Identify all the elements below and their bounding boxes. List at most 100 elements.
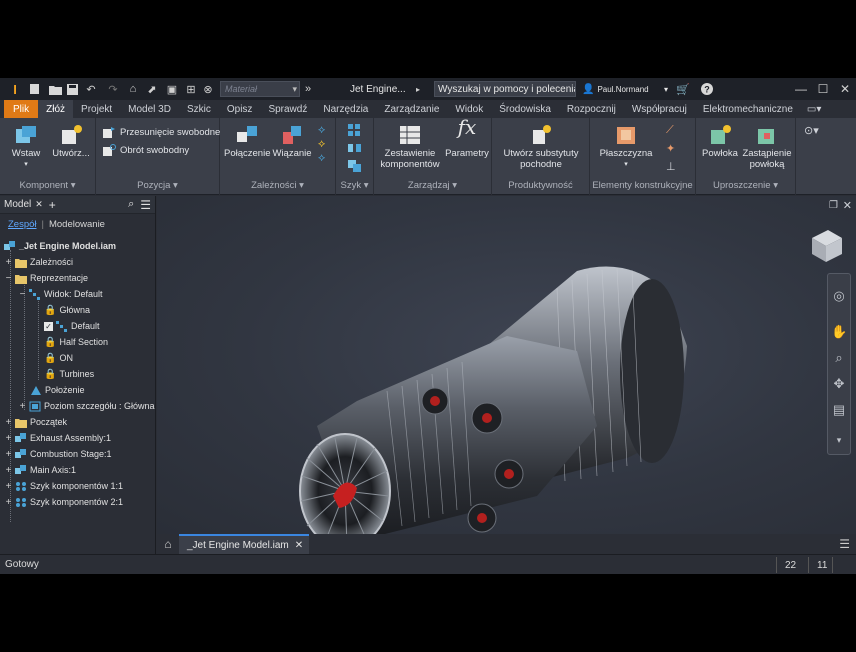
zestawienie-komponentow-button[interactable]: Zestawienie komponentów: [376, 124, 444, 170]
tab-sprawdz[interactable]: Sprawdź: [260, 100, 315, 118]
relationship-icon[interactable]: ⟡: [318, 152, 330, 166]
panel-label-szyk[interactable]: Szyk ▾: [336, 180, 373, 194]
expand-icon[interactable]: +: [4, 465, 13, 476]
minimize-button[interactable]: —: [790, 78, 812, 100]
tab-szkic[interactable]: Szkic: [179, 100, 219, 118]
work-axis-icon[interactable]: ⟋: [666, 124, 680, 142]
tab-wspolpracuj[interactable]: Współpracuj: [624, 100, 695, 118]
tree-item-poczatek[interactable]: + Początek: [4, 414, 67, 430]
panel-label-komponent[interactable]: Komponent ▾: [0, 180, 95, 194]
panel-label-pozycja[interactable]: Pozycja ▾: [96, 180, 219, 194]
panel-label-zarzadzaj[interactable]: Zarządzaj ▾: [374, 180, 491, 194]
expand-icon[interactable]: +: [4, 257, 13, 268]
tree-item-glowna[interactable]: 🔒 Główna: [44, 302, 90, 318]
checkbox-checked-icon[interactable]: ✓: [44, 321, 53, 331]
tree-item-default[interactable]: ✓ Default: [44, 318, 100, 334]
powloka-button[interactable]: Powłoka: [700, 124, 740, 159]
work-point-icon[interactable]: ✦: [666, 142, 680, 160]
open-folder-icon[interactable]: [46, 78, 64, 100]
expand-icon[interactable]: +: [4, 417, 13, 428]
expand-icon[interactable]: +: [4, 481, 13, 492]
tree-item-widok[interactable]: − Widok: Default: [18, 286, 103, 302]
wstaw-button[interactable]: Wstaw ▾: [8, 124, 44, 170]
select-tool-icon[interactable]: ⬈: [142, 78, 162, 100]
help-search-input[interactable]: Wyszukaj w pomocy i poleceniach: [434, 81, 576, 97]
app-logo-icon[interactable]: I: [6, 78, 24, 100]
navbar-options-icon[interactable]: ▾: [831, 432, 847, 448]
tab-elektromechaniczne[interactable]: Elektromechaniczne: [695, 100, 801, 118]
document-tab[interactable]: _Jet Engine Model.iam ✕: [179, 534, 310, 554]
save-icon[interactable]: [64, 78, 80, 100]
steering-wheel-icon[interactable]: ◎: [831, 288, 847, 304]
tab-rozpocznij[interactable]: Rozpocznij: [559, 100, 624, 118]
zoom-icon[interactable]: ⌕: [831, 350, 847, 366]
pattern-icon[interactable]: [348, 124, 362, 142]
tab-model-3d[interactable]: Model 3D: [120, 100, 179, 118]
help-icon[interactable]: ?: [694, 78, 720, 100]
tree-item-szyk-1[interactable]: + Szyk komponentów 1:1: [4, 478, 123, 494]
tree-item-combustion-stage[interactable]: + Combustion Stage:1: [4, 446, 112, 462]
tree-item-on[interactable]: 🔒 ON: [44, 350, 73, 366]
redo-icon[interactable]: ↷: [102, 78, 124, 100]
plaszczyzna-button[interactable]: Płaszczyzna ▾: [596, 124, 656, 170]
utworz-substytuty-button[interactable]: Utwórz substytuty pochodne: [496, 124, 586, 170]
tree-item-poziom-szczegolu[interactable]: + Poziom szczegółu : Główna: [18, 398, 155, 414]
expand-icon[interactable]: +: [4, 449, 13, 460]
undo-icon[interactable]: ↶: [80, 78, 102, 100]
expand-icon[interactable]: +: [18, 401, 27, 412]
jet-engine-model[interactable]: [157, 196, 856, 534]
close-button[interactable]: ✕: [834, 78, 856, 100]
graphics-viewport[interactable]: ❐ ✕ ◎ ✋ ⌕ ✥ ▤ ▾: [157, 196, 856, 534]
tab-zarzadzanie[interactable]: Zarządzanie: [376, 100, 447, 118]
tab-srodowiska[interactable]: Środowiska: [491, 100, 559, 118]
expand-toolbar-icon[interactable]: »: [300, 78, 316, 100]
panel-label-zaleznosci[interactable]: Zależności ▾: [220, 180, 335, 194]
tree-item-half-section[interactable]: 🔒 Half Section: [44, 334, 108, 350]
show-constraints-icon[interactable]: ⟡: [318, 124, 330, 138]
tab-narzedzia[interactable]: Narzędzia: [315, 100, 376, 118]
tree-item-turbines[interactable]: 🔒 Turbines: [44, 366, 94, 382]
document-list-menu-icon[interactable]: ☰: [839, 537, 850, 551]
przesuniecie-swobodne-button[interactable]: Przesunięcie swobodne: [102, 126, 220, 139]
tree-item-polozenie[interactable]: Położenie: [30, 382, 85, 398]
tree-root[interactable]: _Jet Engine Model.iam: [4, 238, 116, 254]
tab-modelowanie[interactable]: Modelowanie: [49, 219, 105, 230]
measure-icon[interactable]: ⊞: [182, 78, 200, 100]
collapse-icon[interactable]: −: [18, 289, 27, 300]
collapse-icon[interactable]: −: [4, 273, 13, 284]
home-icon[interactable]: ⌂: [124, 78, 142, 100]
close-tab-icon[interactable]: ✕: [35, 199, 43, 210]
mirror-icon[interactable]: [348, 142, 362, 160]
look-at-icon[interactable]: ▤: [831, 402, 847, 418]
ribbon-options-icon[interactable]: ▭▾: [801, 100, 827, 118]
ribbon-more-icon[interactable]: ⊙▾: [804, 124, 819, 137]
user-account[interactable]: 👤 Paul.Normand ▾: [582, 84, 672, 95]
expand-icon[interactable]: +: [4, 433, 13, 444]
hide-constraints-icon[interactable]: ⟡: [318, 138, 330, 152]
panel-label-uproszczenie[interactable]: Uproszczenie ▾: [696, 180, 795, 194]
material-select[interactable]: Materiał ▾: [220, 81, 300, 97]
tree-item-exhaust-assembly[interactable]: + Exhaust Assembly:1: [4, 430, 111, 446]
home-tab-icon[interactable]: ⌂: [157, 534, 179, 554]
orbit-icon[interactable]: ✥: [831, 376, 847, 392]
view-cube[interactable]: [806, 226, 844, 264]
tab-projekt[interactable]: Projekt: [73, 100, 120, 118]
utworz-button[interactable]: Utwórz...: [50, 124, 92, 159]
copy-icon[interactable]: [348, 160, 362, 178]
wiazanie-button[interactable]: Wiązanie: [272, 124, 312, 159]
tree-item-reprezentacje[interactable]: − Reprezentacje: [4, 270, 88, 286]
polaczenie-button[interactable]: Połączenie: [224, 124, 270, 159]
tab-plik[interactable]: Plik: [4, 100, 39, 118]
tree-item-zaleznosci[interactable]: + Zależności: [4, 254, 73, 270]
tab-opisz[interactable]: Opisz: [219, 100, 261, 118]
appearance-icon[interactable]: ⊗: [200, 78, 216, 100]
tree-item-main-axis[interactable]: + Main Axis:1: [4, 462, 76, 478]
tab-zloz[interactable]: Złóż: [38, 100, 74, 118]
ucs-icon[interactable]: ⊥: [666, 160, 680, 178]
expand-icon[interactable]: +: [4, 497, 13, 508]
parametry-button[interactable]: fx Parametry: [444, 117, 490, 159]
update-icon[interactable]: ▣: [162, 78, 182, 100]
menu-icon[interactable]: ☰: [140, 198, 151, 212]
obrot-swobodny-button[interactable]: Obrót swobodny: [102, 144, 189, 157]
maximize-button[interactable]: ☐: [812, 78, 834, 100]
